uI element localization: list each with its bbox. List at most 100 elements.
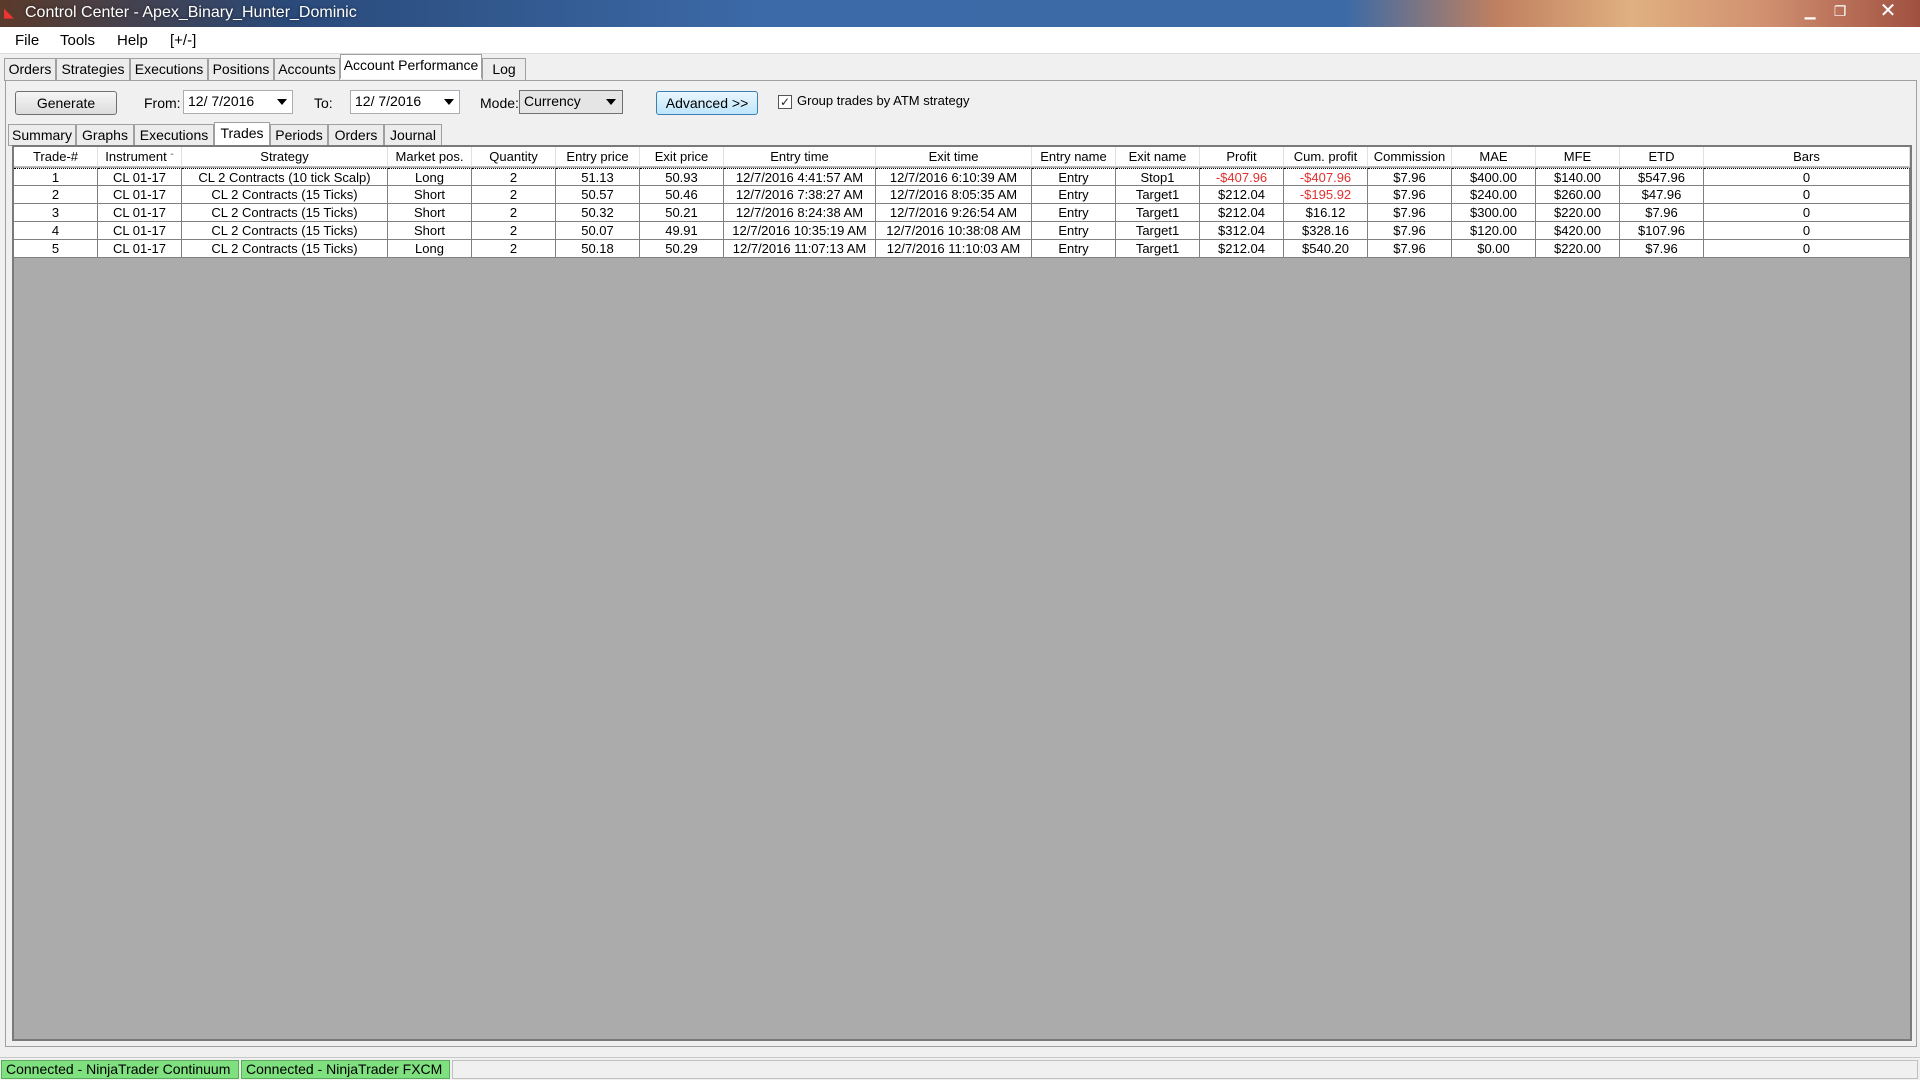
cell-bars: 0 [1704, 222, 1910, 240]
tab-account-performance[interactable]: Account Performance [340, 54, 482, 79]
mode-label: Mode: [480, 95, 519, 111]
col-quantity[interactable]: Quantity [472, 147, 556, 167]
cell-entry-price: 50.07 [556, 222, 640, 240]
menu-file[interactable]: File [15, 32, 39, 49]
cell-etd: $47.96 [1620, 186, 1704, 204]
table-row[interactable]: 2 CL 01-17 CL 2 Contracts (15 Ticks) Short 2… [14, 186, 1910, 204]
from-label: From: [144, 95, 181, 111]
cell-bars: 0 [1704, 240, 1910, 258]
col-exit-price[interactable]: Exit price [640, 147, 724, 167]
cell-bars: 0 [1704, 168, 1910, 186]
group-trades-label: Group trades by ATM strategy [797, 93, 970, 108]
table-row[interactable]: 5 CL 01-17 CL 2 Contracts (15 Ticks) Long 2 5… [14, 240, 1910, 258]
cell-mfe: $140.00 [1536, 168, 1620, 186]
cell-instrument: CL 01-17 [98, 222, 182, 240]
tab-log[interactable]: Log [482, 58, 526, 81]
cell-commission: $7.96 [1368, 186, 1452, 204]
chevron-down-icon[interactable] [277, 99, 287, 105]
menu-toggle[interactable]: [+/-] [170, 32, 196, 49]
tab-executions[interactable]: Executions [130, 58, 208, 81]
table-row[interactable]: 3 CL 01-17 CL 2 Contracts (15 Ticks) Short 2… [14, 204, 1910, 222]
col-strategy[interactable]: Strategy [182, 147, 388, 167]
subtab-summary[interactable]: Summary [8, 124, 76, 146]
col-profit[interactable]: Profit [1200, 147, 1284, 167]
cell-mae: $300.00 [1452, 204, 1536, 222]
minimize-icon[interactable]: ▁ [1796, 0, 1824, 22]
subtab-trades[interactable]: Trades [214, 122, 270, 146]
col-bars[interactable]: Bars [1704, 147, 1910, 167]
cell-cum-profit: $16.12 [1284, 204, 1368, 222]
menu-help[interactable]: Help [117, 32, 148, 49]
cell-cum-profit: $328.16 [1284, 222, 1368, 240]
tab-accounts[interactable]: Accounts [274, 58, 340, 81]
col-etd[interactable]: ETD [1620, 147, 1704, 167]
close-icon[interactable]: ✕ [1860, 0, 1916, 22]
subtab-orders[interactable]: Orders [328, 124, 384, 146]
cell-mfe: $220.00 [1536, 204, 1620, 222]
subtab-executions[interactable]: Executions [134, 124, 214, 146]
col-mae[interactable]: MAE [1452, 147, 1536, 167]
from-date-picker[interactable]: 12/ 7/2016 [183, 90, 293, 114]
window-title: Control Center - Apex_Binary_Hunter_Domi… [25, 4, 357, 21]
col-entry-time[interactable]: Entry time [724, 147, 876, 167]
cell-cum-profit: -$195.92 [1284, 186, 1368, 204]
subtab-graphs[interactable]: Graphs [76, 124, 134, 146]
chevron-down-icon[interactable] [606, 99, 616, 105]
cell-mae: $0.00 [1452, 240, 1536, 258]
group-trades-checkbox[interactable]: ✓ [778, 95, 792, 109]
checkmark-icon: ✓ [779, 95, 791, 109]
cell-entry-time: 12/7/2016 4:41:57 AM [724, 168, 876, 186]
mode-select[interactable]: Currency [519, 90, 623, 114]
trades-grid[interactable]: Trade-# Instrument ˆ Strategy Market pos… [12, 145, 1912, 1041]
col-instrument[interactable]: Instrument ˆ [98, 147, 182, 167]
tab-positions[interactable]: Positions [208, 58, 274, 81]
col-commission[interactable]: Commission [1368, 147, 1452, 167]
advanced-button[interactable]: Advanced >> [656, 91, 758, 115]
cell-entry-price: 50.32 [556, 204, 640, 222]
cell-exit-time: 12/7/2016 10:38:08 AM [876, 222, 1032, 240]
cell-market-pos: Short [388, 186, 472, 204]
col-exit-name[interactable]: Exit name [1116, 147, 1200, 167]
cell-entry-name: Entry [1032, 240, 1116, 258]
cell-quantity: 2 [472, 168, 556, 186]
table-row[interactable]: 1 CL 01-17 CL 2 Contracts (10 tick Scalp) L… [14, 168, 1910, 186]
cell-exit-price: 50.21 [640, 204, 724, 222]
cell-market-pos: Short [388, 222, 472, 240]
tab-orders[interactable]: Orders [4, 58, 56, 81]
top-tab-strip: Orders Strategies Executions Positions A… [0, 54, 1920, 82]
to-date-picker[interactable]: 12/ 7/2016 [350, 90, 460, 114]
cell-exit-time: 12/7/2016 11:10:03 AM [876, 240, 1032, 258]
col-mfe[interactable]: MFE [1536, 147, 1620, 167]
cell-trade-number: 4 [14, 222, 98, 240]
subtab-journal[interactable]: Journal [384, 124, 442, 146]
subtab-periods[interactable]: Periods [270, 124, 328, 146]
col-trade-number[interactable]: Trade-# [14, 147, 98, 167]
cell-exit-price: 50.46 [640, 186, 724, 204]
col-entry-price[interactable]: Entry price [556, 147, 640, 167]
cell-trade-number: 2 [14, 186, 98, 204]
cell-strategy: CL 2 Contracts (15 Ticks) [182, 222, 388, 240]
title-bar: ◣ Control Center - Apex_Binary_Hunter_Do… [0, 0, 1920, 27]
col-market-pos[interactable]: Market pos. [388, 147, 472, 167]
col-exit-time[interactable]: Exit time [876, 147, 1032, 167]
cell-exit-price: 50.29 [640, 240, 724, 258]
sort-ascending-icon: ˆ [170, 153, 174, 164]
cell-trade-number: 5 [14, 240, 98, 258]
col-entry-name[interactable]: Entry name [1032, 147, 1116, 167]
chevron-down-icon[interactable] [444, 99, 454, 105]
generate-button[interactable]: Generate [15, 91, 117, 115]
cell-exit-time: 12/7/2016 8:05:35 AM [876, 186, 1032, 204]
cell-exit-time: 12/7/2016 6:10:39 AM [876, 168, 1032, 186]
tab-strategies[interactable]: Strategies [56, 58, 130, 81]
table-row[interactable]: 4 CL 01-17 CL 2 Contracts (15 Ticks) Short 2… [14, 222, 1910, 240]
cell-exit-time: 12/7/2016 9:26:54 AM [876, 204, 1032, 222]
maximize-icon[interactable]: ❐ [1826, 0, 1854, 22]
col-cum-profit[interactable]: Cum. profit [1284, 147, 1368, 167]
cell-profit: $212.04 [1200, 186, 1284, 204]
cell-market-pos: Short [388, 204, 472, 222]
cell-market-pos: Long [388, 240, 472, 258]
cell-etd: $7.96 [1620, 204, 1704, 222]
cell-quantity: 2 [472, 222, 556, 240]
menu-tools[interactable]: Tools [60, 32, 95, 49]
cell-strategy: CL 2 Contracts (15 Ticks) [182, 240, 388, 258]
